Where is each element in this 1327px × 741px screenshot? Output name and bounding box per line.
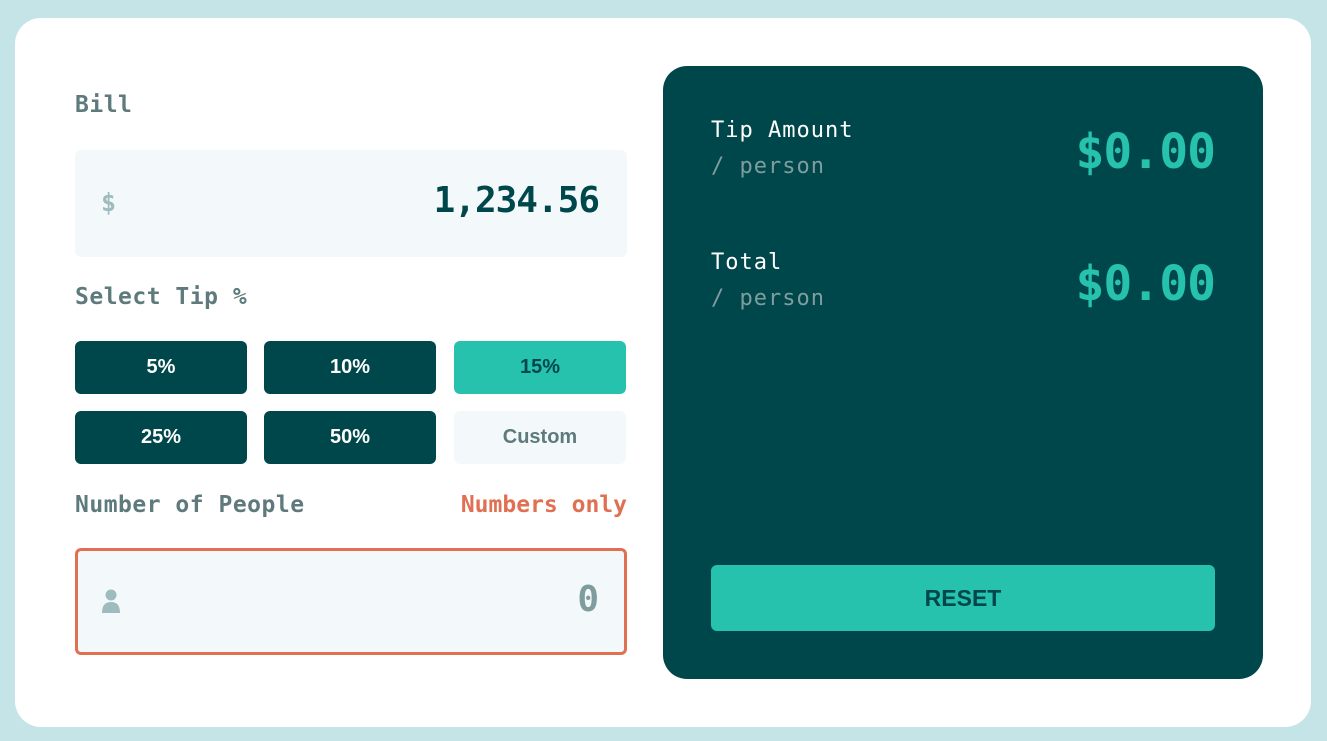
reset-button[interactable]: RESET (711, 565, 1215, 631)
tip-amount-per-person: / person (711, 154, 825, 179)
total-per-person: / person (711, 286, 825, 311)
total-label: Total (711, 250, 783, 275)
tip-button-25[interactable]: 25% (75, 411, 247, 464)
tip-button-15[interactable]: 15% (454, 341, 626, 394)
bill-input[interactable]: $ 1,234.56 (75, 150, 627, 257)
bill-value: 1,234.56 (433, 180, 600, 221)
tip-button-5[interactable]: 5% (75, 341, 247, 394)
tip-amount-label: Tip Amount (711, 118, 854, 143)
tip-button-50[interactable]: 50% (264, 411, 436, 464)
bill-label: Bill (75, 92, 133, 118)
people-error-message: Numbers only (460, 492, 627, 518)
select-tip-label: Select Tip % (75, 284, 248, 310)
people-input[interactable]: 0 (75, 548, 627, 655)
dollar-icon: $ (101, 188, 117, 217)
person-icon (101, 589, 121, 618)
results-panel: Tip Amount / person $0.00 Total / person… (663, 66, 1263, 679)
people-value: 0 (577, 579, 599, 620)
tip-amount-value: $0.00 (1075, 124, 1216, 180)
total-value: $0.00 (1075, 256, 1216, 312)
number-of-people-label: Number of People (75, 492, 305, 518)
calculator-card: Bill $ 1,234.56 Select Tip % 5% 10% 15% … (15, 18, 1311, 727)
tip-button-10[interactable]: 10% (264, 341, 436, 394)
custom-tip-input[interactable]: Custom (454, 411, 626, 464)
